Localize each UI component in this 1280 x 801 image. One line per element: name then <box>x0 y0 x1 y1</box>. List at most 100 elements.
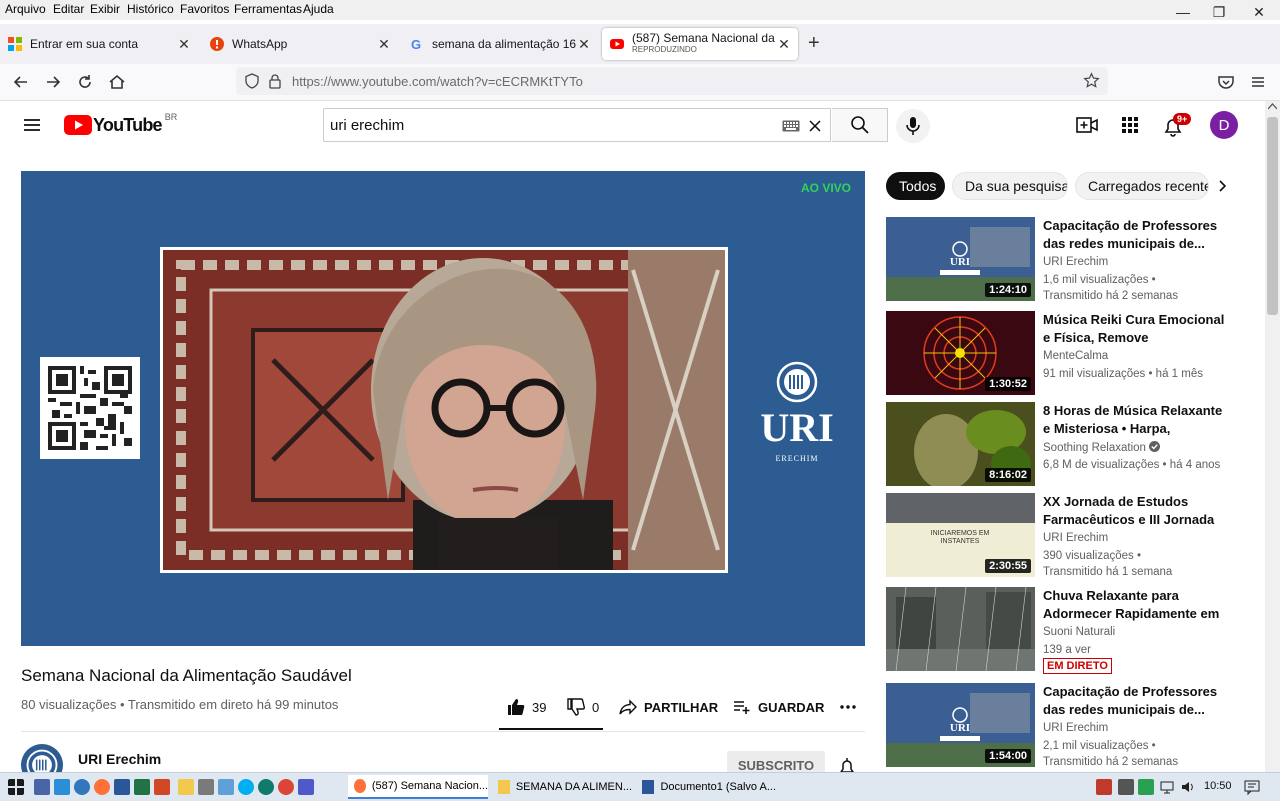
recommendation-item[interactable]: URI 1:54:00 Capacitação de Professores d… <box>886 683 1226 768</box>
chevron-right-icon[interactable] <box>1214 178 1230 194</box>
share-button[interactable]: PARTILHAR <box>618 697 718 717</box>
recommendation-title[interactable]: Capacitação de Professores das redes mun… <box>1043 217 1226 253</box>
recommendation-channel[interactable]: MenteCalma <box>1043 350 1108 362</box>
tray-app-icon[interactable] <box>1138 779 1154 795</box>
shield-icon[interactable] <box>244 73 260 89</box>
chip-carregados-recentemente[interactable]: Carregados recente <box>1075 172 1209 200</box>
create-video-icon[interactable] <box>1076 115 1098 135</box>
forward-arrow-icon[interactable] <box>43 72 63 92</box>
excel-icon[interactable] <box>134 779 150 795</box>
reload-icon[interactable] <box>75 72 95 92</box>
taskbar-app-word[interactable]: Documento1 (Salvo A... <box>636 775 776 799</box>
new-tab-icon[interactable]: + <box>808 32 820 55</box>
desktop-icon[interactable] <box>34 779 50 795</box>
search-button[interactable] <box>832 108 888 142</box>
firefox-icon[interactable] <box>94 779 110 795</box>
folder-icon[interactable] <box>178 779 194 795</box>
recommendation-title[interactable]: Capacitação de Professores das redes mun… <box>1043 683 1226 719</box>
channel-avatar[interactable] <box>21 744 63 772</box>
chip-todos[interactable]: Todos <box>886 172 945 200</box>
tab-youtube[interactable]: (587) Semana Nacional da Alime REPRODUZI… <box>602 28 798 60</box>
menu-historico[interactable]: Histórico <box>127 2 174 16</box>
channel-name[interactable]: URI Erechim <box>78 751 161 767</box>
url-bar[interactable]: https://www.youtube.com/watch?v=cECRMKtT… <box>236 67 1108 95</box>
save-button[interactable]: GUARDAR <box>732 697 824 717</box>
notepad-icon[interactable] <box>218 779 234 795</box>
clear-search-icon[interactable] <box>808 119 822 133</box>
notification-center-icon[interactable] <box>1244 779 1260 795</box>
apps-grid-icon[interactable] <box>1122 117 1138 133</box>
teams-icon[interactable] <box>298 779 314 795</box>
recommendation-title[interactable]: Chuva Relaxante para Adormecer Rapidamen… <box>1043 587 1226 623</box>
menu-arquivo[interactable]: Arquivo <box>5 2 46 16</box>
lock-icon[interactable] <box>268 73 282 89</box>
video-thumbnail[interactable]: URI 1:54:00 <box>886 683 1035 767</box>
powerpoint-icon[interactable] <box>154 779 170 795</box>
recommendation-item[interactable]: URI 1:24:10 Capacitação de Professores d… <box>886 217 1226 302</box>
minimize-icon[interactable]: — <box>1164 0 1202 24</box>
taskbar-app-firefox[interactable]: (587) Semana Nacion... <box>348 775 488 799</box>
pocket-icon[interactable] <box>1216 72 1236 92</box>
volume-icon[interactable] <box>1180 779 1196 795</box>
recommendation-title[interactable]: Música Reiki Cura Emocional e Física, Re… <box>1043 311 1226 347</box>
skype-icon[interactable] <box>238 779 254 795</box>
video-thumbnail[interactable]: 1:30:52 <box>886 311 1035 395</box>
menu-exibir[interactable]: Exibir <box>90 2 120 16</box>
tray-network-icon[interactable] <box>1118 779 1134 795</box>
recommendation-item[interactable]: Chuva Relaxante para Adormecer Rapidamen… <box>886 587 1226 674</box>
guide-menu-icon[interactable] <box>22 115 42 135</box>
back-arrow-icon[interactable] <box>11 72 31 92</box>
recommendation-channel[interactable]: URI Erechim <box>1043 256 1108 268</box>
tab-close-icon[interactable]: ✕ <box>776 36 792 53</box>
menu-ajuda[interactable]: Ajuda <box>303 2 334 16</box>
maximize-icon[interactable]: ❐ <box>1200 0 1238 24</box>
hamburger-menu-icon[interactable] <box>1248 72 1268 92</box>
tab-whatsapp[interactable]: WhatsApp ✕ <box>202 28 398 60</box>
recommendation-channel[interactable]: Soothing Relaxation <box>1043 441 1161 454</box>
ie-icon[interactable] <box>54 779 70 795</box>
menu-favoritos[interactable]: Favoritos <box>180 2 229 16</box>
edge-legacy-icon[interactable] <box>74 779 90 795</box>
recommendation-channel[interactable]: URI Erechim <box>1043 722 1108 734</box>
taskbar-app-folder[interactable]: SEMANA DA ALIMEN... <box>492 775 632 799</box>
video-player[interactable]: AO VIVO URI ERECHIM <box>21 171 865 646</box>
chip-da-sua-pesquisa[interactable]: Da sua pesquisa <box>952 172 1068 200</box>
more-actions-button[interactable] <box>838 697 858 717</box>
voice-search-button[interactable] <box>896 109 930 143</box>
notifications-button[interactable]: 9+ <box>1162 113 1192 139</box>
bookmark-star-icon[interactable] <box>1083 72 1100 89</box>
network-icon[interactable] <box>1160 779 1176 795</box>
like-button[interactable]: 39 <box>506 697 546 717</box>
video-thumbnail[interactable] <box>886 587 1035 671</box>
dislike-button[interactable]: 0 <box>566 697 599 717</box>
scrollbar-thumb[interactable] <box>1267 117 1278 315</box>
calculator-icon[interactable] <box>198 779 214 795</box>
menu-ferramentas[interactable]: Ferramentas <box>234 2 302 16</box>
chrome-icon[interactable] <box>278 779 294 795</box>
clock[interactable]: 10:50 <box>1204 780 1232 792</box>
menu-editar[interactable]: Editar <box>53 2 84 16</box>
recommendation-title[interactable]: XX Jornada de Estudos Farmacêuticos e II… <box>1043 493 1226 529</box>
keyboard-icon[interactable] <box>782 120 800 132</box>
tab-close-icon[interactable]: ✕ <box>576 36 592 53</box>
video-thumbnail[interactable]: 8:16:02 <box>886 402 1035 486</box>
youtube-logo[interactable]: YouTube BR <box>64 112 177 135</box>
tray-app-icon[interactable] <box>1096 779 1112 795</box>
avatar[interactable]: D <box>1210 111 1238 139</box>
window-close-icon[interactable]: ✕ <box>1240 0 1278 24</box>
tab-entrar[interactable]: Entrar em sua conta ✕ <box>0 28 198 60</box>
video-thumbnail[interactable]: URI 1:24:10 <box>886 217 1035 301</box>
video-thumbnail[interactable]: INICIAREMOS EM INSTANTES 2:30:55 <box>886 493 1035 577</box>
recommendation-channel[interactable]: Suoni Naturali <box>1043 626 1115 638</box>
bell-icon[interactable] <box>838 757 856 772</box>
windows-start-icon[interactable] <box>8 779 24 795</box>
edge-icon[interactable] <box>258 779 274 795</box>
recommendation-title[interactable]: 8 Horas de Música Relaxante e Misteriosa… <box>1043 402 1226 438</box>
scroll-up-icon[interactable] <box>1268 103 1277 110</box>
search-input[interactable]: uri erechim <box>323 108 831 142</box>
recommendation-item[interactable]: INICIAREMOS EM INSTANTES 2:30:55 XX Jorna… <box>886 493 1226 578</box>
recommendation-channel[interactable]: URI Erechim <box>1043 532 1108 544</box>
home-icon[interactable] <box>107 72 127 92</box>
tab-google-search[interactable]: G semana da alimentação 16/10/2 ✕ <box>402 28 598 60</box>
tab-close-icon[interactable]: ✕ <box>376 36 392 53</box>
